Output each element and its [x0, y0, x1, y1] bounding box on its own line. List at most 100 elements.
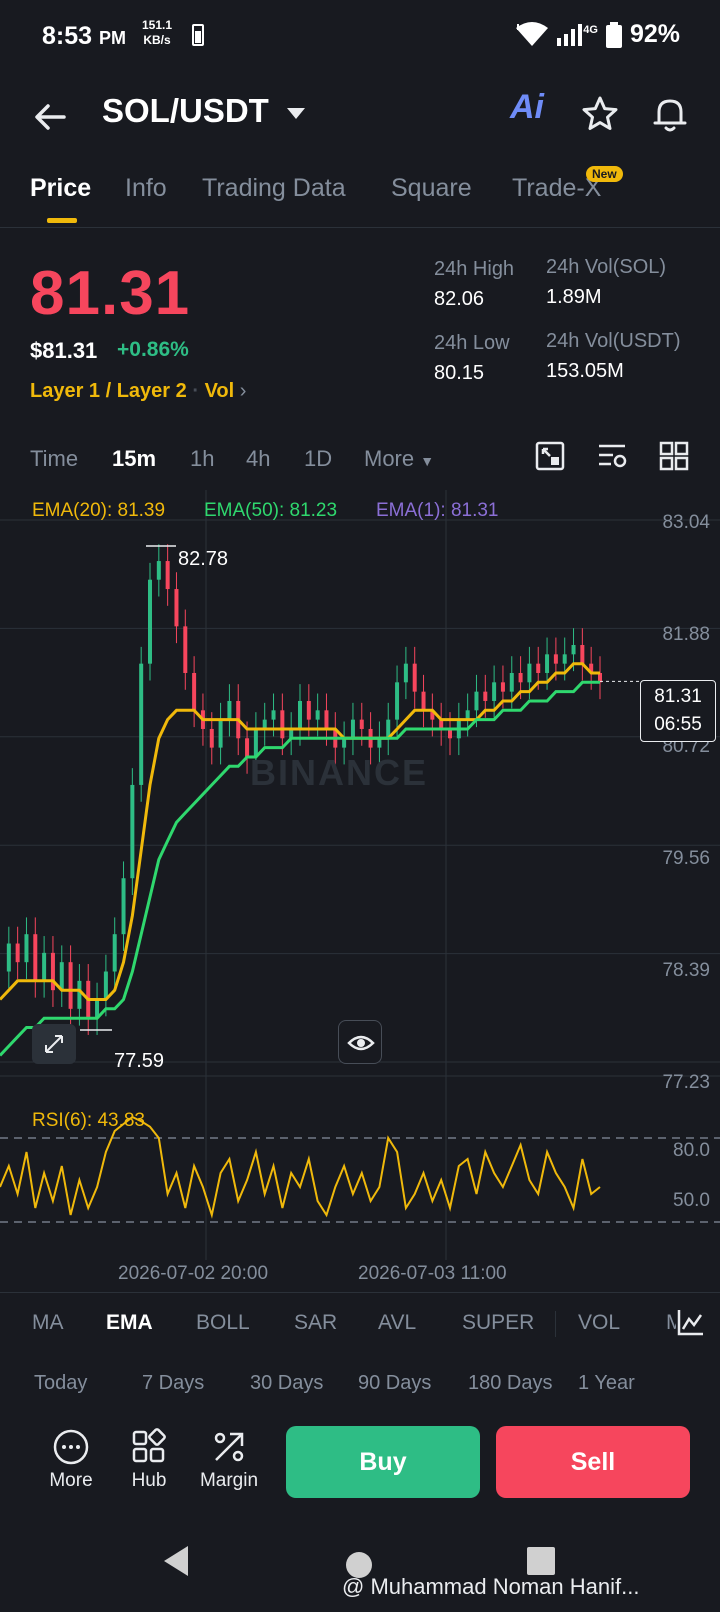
candle-body	[562, 654, 567, 664]
credit-watermark: @ Muhammad Noman Hanif...	[342, 1574, 640, 1599]
ai-assistant-button[interactable]: Ai	[510, 88, 544, 127]
candle-body	[24, 934, 29, 963]
chart-settings-icon[interactable]	[596, 440, 628, 472]
candle-body	[500, 682, 505, 692]
hub-label: Hub	[131, 1470, 167, 1491]
buy-button[interactable]: Buy	[286, 1426, 480, 1498]
interval-1h[interactable]: 1h	[190, 446, 214, 472]
indicator-ema[interactable]: EMA	[106, 1311, 153, 1335]
high-label: 24h High	[434, 258, 515, 280]
candle-body	[139, 663, 144, 785]
candle-body	[192, 672, 197, 711]
eye-icon[interactable]	[338, 1020, 382, 1064]
candle-body	[509, 672, 514, 692]
price-tick: 77.23	[662, 1072, 710, 1093]
candle-body	[148, 579, 152, 664]
candle-body	[42, 952, 47, 981]
date-label: 2026-07-03 11:00	[358, 1263, 507, 1284]
candle-body	[403, 663, 408, 683]
interval-time[interactable]: Time	[30, 446, 78, 472]
pair-selector[interactable]: SOL/USDT	[102, 92, 269, 130]
interval-more[interactable]: More ▼	[364, 446, 434, 472]
status-right: 4G 92%	[515, 20, 680, 49]
candle-body	[130, 784, 135, 879]
candle-body	[359, 719, 364, 729]
candle-body	[315, 710, 320, 720]
indicator-boll[interactable]: BOLL	[196, 1311, 250, 1335]
more-icon	[53, 1429, 89, 1465]
fullscreen-chart-icon[interactable]	[534, 440, 566, 472]
indicator-avl[interactable]: AVL	[378, 1311, 416, 1335]
price-chart[interactable]	[0, 490, 720, 1290]
layout-grid-icon[interactable]	[658, 440, 690, 472]
price-tick: 78.39	[662, 960, 710, 981]
interval-1d[interactable]: 1D	[304, 446, 332, 472]
vol-usdt-value: 153.05M	[546, 360, 624, 382]
candle-body	[209, 728, 214, 748]
candle-body	[59, 962, 64, 991]
candle-body	[77, 980, 82, 1009]
candle-body	[483, 691, 488, 701]
category-tags[interactable]: Layer 1 / Layer 2 · Vol ›	[30, 380, 246, 403]
battery-icon	[605, 21, 622, 48]
nav-back-icon[interactable]	[160, 1544, 192, 1578]
candle-body	[15, 943, 20, 963]
candle-body	[580, 645, 585, 664]
caret-down-icon[interactable]	[287, 108, 305, 119]
candle-body	[103, 971, 108, 1000]
candle-body	[218, 719, 223, 748]
indicator-more[interactable]: M	[666, 1311, 676, 1335]
sell-button[interactable]: Sell	[496, 1426, 690, 1498]
favorite-star-icon[interactable]	[580, 94, 620, 134]
price-tick: 79.56	[662, 848, 710, 869]
candle-body	[121, 878, 126, 935]
tab-info[interactable]: Info	[125, 174, 167, 203]
battery-saver-icon	[192, 24, 204, 46]
tag-layer[interactable]: Layer 1 / Layer 2	[30, 380, 187, 402]
action-bar: More Hub Margin Buy Sell	[0, 1410, 720, 1510]
candle-body	[350, 719, 355, 739]
low-value: 80.15	[434, 362, 485, 384]
hub-icon	[132, 1428, 166, 1463]
interval-4h[interactable]: 4h	[246, 446, 270, 472]
nav-recents-icon[interactable]	[526, 1546, 556, 1576]
tab-square[interactable]: Square	[391, 174, 472, 203]
signal-icon	[557, 23, 583, 46]
interval-15m[interactable]: 15m	[112, 446, 156, 472]
candle-body	[227, 700, 232, 720]
candle-body	[245, 738, 250, 757]
candle-body	[324, 710, 329, 729]
vol-usdt-label: 24h Vol(USDT)	[546, 330, 681, 352]
bell-icon[interactable]	[650, 94, 690, 134]
watermark: BINANCE	[250, 752, 429, 793]
candle-body	[412, 663, 417, 692]
candle-body	[527, 663, 532, 683]
divider	[555, 1311, 556, 1337]
candle-body	[112, 934, 117, 972]
price-tick: 83.04	[662, 512, 710, 533]
vol-sol-value: 1.89M	[546, 286, 602, 308]
indicator-sar[interactable]: SAR	[294, 1311, 337, 1335]
caret-down-icon: ▼	[420, 453, 435, 469]
margin-button[interactable]: Margin	[184, 1410, 274, 1492]
tag-vol[interactable]: Vol	[205, 380, 235, 402]
tab-price[interactable]: Price	[30, 174, 91, 203]
indicator-ma[interactable]: MA	[32, 1311, 64, 1335]
indicator-settings-icon[interactable]	[676, 1307, 706, 1337]
tab-trading-data[interactable]: Trading Data	[202, 174, 346, 203]
price-change: +0.86%	[117, 338, 189, 361]
perf-30d: 30 Days	[250, 1372, 324, 1394]
hub-button[interactable]: Hub	[104, 1410, 194, 1492]
system-nav: @ Muhammad Noman Hanif...	[0, 1530, 720, 1612]
more-button[interactable]: More	[26, 1410, 116, 1492]
back-arrow-icon[interactable]	[30, 97, 70, 137]
perf-180d: 180 Days	[468, 1372, 553, 1394]
candle-body	[518, 672, 523, 683]
expand-icon[interactable]	[32, 1024, 76, 1064]
perf-90d: 90 Days	[358, 1372, 432, 1394]
rsi-legend: RSI(6): 43.83	[32, 1110, 145, 1131]
low-marker: 77.59	[114, 1050, 165, 1072]
candle-body	[545, 654, 550, 673]
indicator-super[interactable]: SUPER	[462, 1311, 534, 1335]
indicator-vol[interactable]: VOL	[578, 1311, 620, 1335]
